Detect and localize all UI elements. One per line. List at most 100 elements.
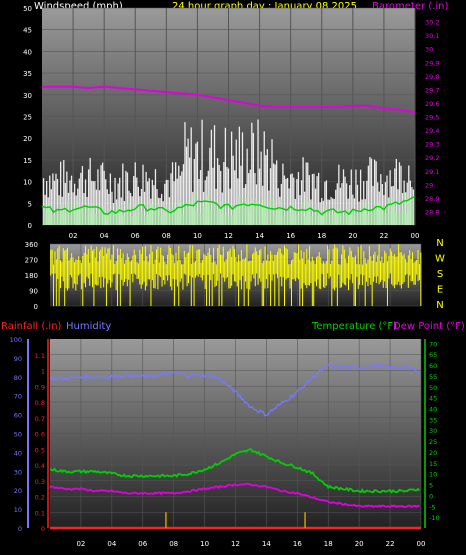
direction-ytick-label: 180	[25, 272, 38, 280]
temp-ytick-label: 65	[429, 351, 437, 359]
baro-ytick-label: 29.2	[425, 154, 439, 162]
weather-graph: Windspeed (mph) 24 hour graph day : Janu…	[0, 0, 466, 555]
direction-ytick-label: 0	[34, 303, 38, 311]
temp-ytick-label: 10	[429, 471, 437, 479]
baro-ytick-label: 28.9	[425, 195, 439, 203]
compass-letter: E	[437, 285, 443, 296]
compass-letter: N	[436, 238, 443, 249]
wind-xtick-label: 00	[411, 232, 420, 240]
temp-ytick-label: 0	[429, 492, 433, 500]
temp-xtick-label: 06	[138, 540, 147, 548]
temp-ytick-label: 60	[429, 362, 437, 370]
rain-ytick-label: 0.8	[35, 399, 45, 407]
rain-ytick-label: 0.4	[35, 462, 45, 470]
temp-xtick-label: 14	[262, 540, 271, 548]
temp-ytick-label: 30	[429, 427, 437, 435]
rain-ytick-label: 0.3	[35, 478, 45, 486]
direction-ytick-label: 90	[29, 288, 38, 296]
rain-ytick-label: 0.7	[35, 415, 45, 423]
wind-xtick-label: 16	[286, 232, 295, 240]
compass-letter: S	[437, 269, 443, 280]
wind-ytick-label: 20	[23, 135, 32, 143]
wind-xtick-label: 10	[193, 232, 202, 240]
humidity-ytick-label: 50	[14, 431, 22, 439]
temp-xtick-label: 20	[355, 540, 364, 548]
wind-xtick-label: 08	[162, 232, 171, 240]
temp-ytick-label: 15	[429, 460, 437, 468]
wind-xtick-label: 06	[131, 232, 140, 240]
compass-letter: W	[435, 254, 445, 265]
baro-ytick-label: 30.1	[425, 32, 439, 40]
humidity-ytick-label: 80	[14, 374, 22, 382]
wind-ytick-label: 5	[28, 200, 32, 208]
rain-ytick-label: 0	[41, 525, 45, 533]
temp-xtick-label: 08	[169, 540, 178, 548]
baro-ytick-label: 29.1	[425, 168, 439, 176]
temp-ytick-label: -10	[429, 514, 440, 522]
wind-xtick-label: 12	[224, 232, 233, 240]
humidity-ytick-label: 100	[10, 336, 22, 344]
temp-ytick-label: 45	[429, 395, 437, 403]
wind-ytick-label: 30	[23, 92, 32, 100]
wind-ytick-label: 25	[23, 114, 32, 122]
baro-ytick-label: 29.5	[425, 114, 439, 122]
wind-xtick-label: 22	[379, 232, 388, 240]
rain-ytick-label: 0.9	[35, 383, 45, 391]
humidity-ytick-label: 20	[14, 487, 22, 495]
temp-ytick-label: 35	[429, 416, 437, 424]
temp-xtick-label: 02	[76, 540, 85, 548]
humidity-ytick-label: 70	[14, 393, 22, 401]
temp-ytick-label: 70	[429, 340, 437, 348]
rain-ytick-label: 1.1	[35, 352, 45, 360]
temp-ytick-label: -5	[429, 503, 435, 511]
rain-ytick-label: 0.1	[35, 509, 45, 517]
temp-ytick-label: 55	[429, 373, 437, 381]
wind-ytick-label: 0	[28, 222, 32, 230]
humidity-ytick-label: 60	[14, 412, 22, 420]
humidity-ytick-label: 30	[14, 468, 22, 476]
baro-ytick-label: 29.6	[425, 100, 439, 108]
wind-ytick-label: 15	[23, 157, 32, 165]
humidity-ytick-label: 10	[14, 506, 22, 514]
baro-ytick-label: 30	[425, 46, 433, 54]
rain-ytick-label: 0.6	[35, 431, 45, 439]
temp-xtick-label: 04	[107, 540, 116, 548]
rain-ytick-label: 0.5	[35, 446, 45, 454]
baro-ytick-label: 29.4	[425, 127, 439, 135]
direction-ytick-label: 360	[25, 241, 38, 249]
temp-ytick-label: 25	[429, 438, 437, 446]
humidity-ytick-label: 40	[14, 449, 22, 457]
baro-ytick-label: 29.8	[425, 73, 439, 81]
rain-ytick-label: 1	[41, 368, 45, 376]
humidity-ytick-label: 0	[18, 525, 22, 533]
temp-xtick-label: 22	[386, 540, 395, 548]
baro-ytick-label: 28.8	[425, 208, 439, 216]
baro-ytick-label: 29.7	[425, 86, 439, 94]
chart-canvas: 0510152025303540455028.828.92929.129.229…	[10, 5, 445, 548]
temp-ytick-label: 40	[429, 406, 437, 414]
temp-xtick-label: 10	[200, 540, 209, 548]
temp-xtick-label: 12	[231, 540, 240, 548]
wind-xtick-label: 20	[348, 232, 357, 240]
wind-ytick-label: 10	[23, 179, 32, 187]
baro-ytick-label: 29.3	[425, 141, 439, 149]
compass-letter: N	[436, 300, 443, 311]
wind-ytick-label: 50	[23, 5, 32, 13]
rain-ytick-label: 0.2	[35, 494, 45, 502]
baro-ytick-label: 30.2	[425, 19, 439, 27]
wind-xtick-label: 18	[317, 232, 326, 240]
temp-xtick-label: 00	[417, 540, 426, 548]
temp-xtick-label: 18	[324, 540, 333, 548]
wind-ytick-label: 40	[23, 48, 32, 56]
temp-ytick-label: 50	[429, 384, 437, 392]
temp-xtick-label: 16	[293, 540, 302, 548]
baro-ytick-label: 29.9	[425, 59, 439, 67]
wind-xtick-label: 04	[100, 232, 109, 240]
baro-ytick-label: 29	[425, 181, 433, 189]
wind-xtick-label: 14	[255, 232, 264, 240]
wind-ytick-label: 35	[23, 70, 32, 78]
humidity-ytick-label: 90	[14, 355, 22, 363]
temp-ytick-label: 20	[429, 449, 437, 457]
wind-xtick-label: 02	[69, 232, 78, 240]
temp-ytick-label: 5	[429, 482, 433, 490]
